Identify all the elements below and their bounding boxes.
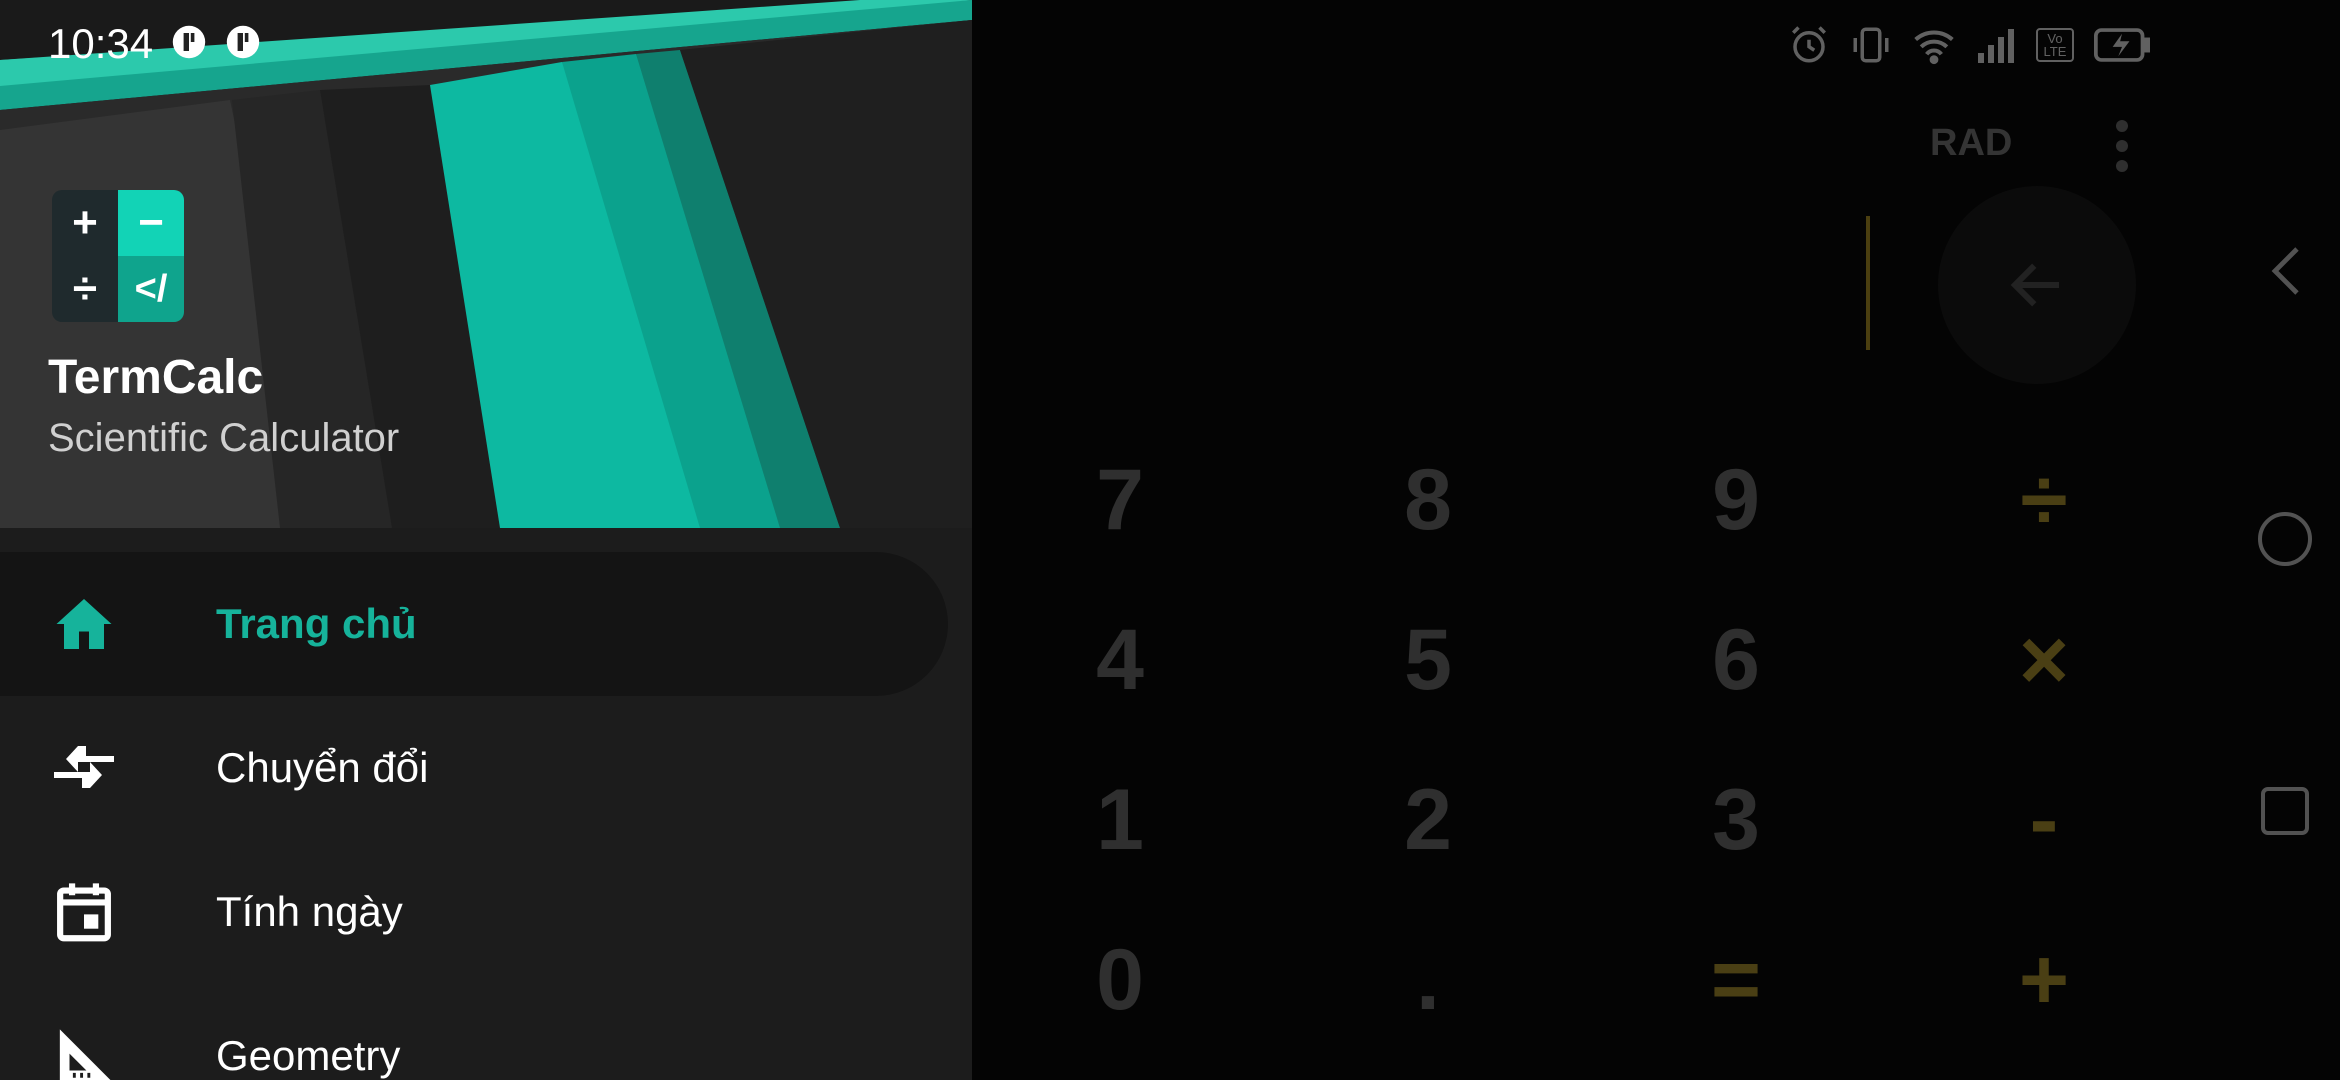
drawer-item-label: Tính ngày <box>216 888 403 935</box>
recents-square-icon <box>2261 787 2309 835</box>
key-subtract[interactable]: - <box>1924 760 2164 880</box>
drawer-menu: Trang chủ Chuyển đổi Tính ngày Geometry <box>0 552 972 1080</box>
key-1[interactable]: 1 <box>1000 760 1240 880</box>
key-decimal[interactable]: . <box>1308 920 1548 1040</box>
key-9[interactable]: 9 <box>1616 440 1856 560</box>
logo-code: </ <box>118 256 184 322</box>
home-circle-icon <box>2258 512 2312 566</box>
home-icon <box>52 592 116 656</box>
backspace-arrow-icon <box>2010 263 2059 307</box>
vibrate-icon <box>1850 24 1892 66</box>
app-subtitle: Scientific Calculator <box>48 416 400 460</box>
more-options-icon[interactable] <box>2110 118 2134 174</box>
key-5[interactable]: 5 <box>1308 600 1548 720</box>
key-multiply[interactable]: × <box>1924 600 2164 720</box>
key-6[interactable]: 6 <box>1616 600 1856 720</box>
backspace-button[interactable] <box>1938 186 2136 384</box>
drawer-item-label: Geometry <box>216 1032 401 1079</box>
key-8[interactable]: 8 <box>1308 440 1548 560</box>
battery-charging-icon <box>2094 28 2150 62</box>
key-0[interactable]: 0 <box>1000 920 1240 1040</box>
notification-icon <box>171 24 207 65</box>
convert-arrows-icon <box>52 736 116 800</box>
app-title: TermCalc <box>48 351 264 404</box>
key-7[interactable]: 7 <box>1000 440 1240 560</box>
key-4[interactable]: 4 <box>1000 600 1240 720</box>
calendar-icon <box>52 880 116 944</box>
key-add[interactable]: + <box>1924 920 2164 1040</box>
drawer-item-convert[interactable]: Chuyển đổi <box>0 696 972 840</box>
input-cursor <box>1866 216 1870 350</box>
drawer-item-date[interactable]: Tính ngày <box>0 840 972 984</box>
logo-minus: − <box>118 190 184 256</box>
status-icons: Vo LTE <box>1788 22 2150 68</box>
key-divide[interactable]: ÷ <box>1924 440 2164 560</box>
signal-icon <box>1976 25 2016 65</box>
drawer-item-label: Chuyển đổi <box>216 744 429 791</box>
nav-back-button[interactable] <box>2230 216 2340 326</box>
drawer-header: 10:34 + − ÷ </ TermCalc Scientific Calcu… <box>0 0 972 528</box>
drawer-item-geometry[interactable]: Geometry <box>0 984 972 1080</box>
drawer-item-home[interactable]: Trang chủ <box>0 552 948 696</box>
key-3[interactable]: 3 <box>1616 760 1856 880</box>
logo-divide: ÷ <box>52 256 118 322</box>
nav-home-button[interactable] <box>2230 484 2340 594</box>
status-time: 10:34 <box>48 20 154 67</box>
wifi-icon <box>1912 25 1956 65</box>
key-2[interactable]: 2 <box>1308 760 1548 880</box>
set-square-icon <box>52 1024 116 1080</box>
back-icon <box>2271 247 2299 295</box>
notification-icon <box>225 24 261 65</box>
key-equals[interactable]: = <box>1616 920 1856 1040</box>
keypad: 7 8 9 ÷ 4 5 6 × 1 2 3 - 0 . = + <box>1000 440 2240 1080</box>
angle-mode-toggle[interactable]: RAD <box>1930 122 2012 165</box>
drawer-item-label: Trang chủ <box>216 600 417 647</box>
app-logo: + − ÷ </ <box>52 190 184 322</box>
navigation-drawer: 10:34 + − ÷ </ TermCalc Scientific Calcu… <box>0 0 972 1080</box>
logo-plus: + <box>52 190 118 256</box>
system-navigation-bar <box>2230 0 2340 1080</box>
nav-recents-button[interactable] <box>2230 756 2340 866</box>
status-bar-left: 10:34 <box>48 20 261 68</box>
alarm-icon <box>1788 24 1830 66</box>
volte-icon: Vo LTE <box>2036 28 2074 62</box>
